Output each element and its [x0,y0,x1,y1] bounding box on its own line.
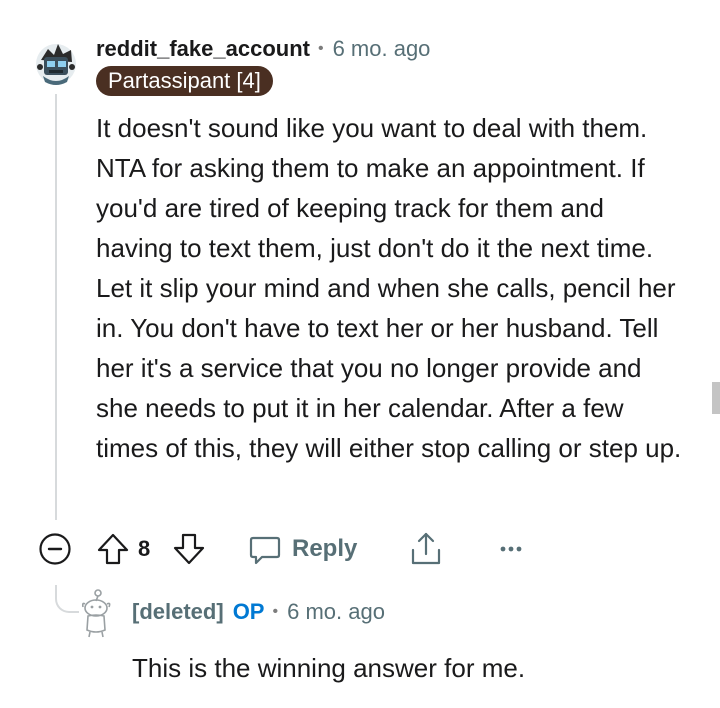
deleted-user-avatar [78,588,114,638]
reply-button[interactable]: Reply [248,530,357,568]
thread-connector [55,585,79,613]
speech-bubble-icon [249,536,281,565]
upvote-button[interactable] [96,532,130,566]
arrow-up-icon [97,533,129,565]
reply-body: This is the winning answer for me. [132,653,526,683]
arrow-down-icon [173,533,205,565]
op-badge: OP [232,599,265,624]
share-icon [411,532,441,565]
robot-avatar-icon [36,44,76,85]
comment-timestamp[interactable]: 6 mo. ago [333,36,431,62]
comment-header: reddit_fake_account • 6 mo. ago [96,34,430,64]
scrollbar-thumb[interactable] [712,382,720,414]
reply-button-label: Reply [292,535,358,562]
comment-body: It doesn't sound like you want to deal w… [96,113,682,463]
downvote-button[interactable] [172,532,206,566]
collapse-button[interactable] [38,532,72,566]
user-flair: Partassipant [4] [96,66,273,96]
comment-action-bar: 8 Reply [38,528,538,570]
reply-timestamp[interactable]: 6 mo. ago [287,599,385,625]
meta-separator: • [272,603,279,620]
more-options-button[interactable] [496,532,526,566]
minus-circle-icon [39,533,71,565]
thread-line[interactable] [55,94,57,520]
reply-header: [deleted] OP • 6 mo. ago [132,596,385,628]
reply-username: [deleted] [132,599,224,624]
ellipsis-icon [500,546,522,552]
comment-username[interactable]: reddit_fake_account [96,36,310,62]
user-avatar[interactable] [34,40,78,86]
vote-score: 8 [138,536,151,561]
snoo-sketch-icon [81,589,111,638]
meta-separator: • [317,40,324,57]
share-button[interactable] [408,530,444,568]
